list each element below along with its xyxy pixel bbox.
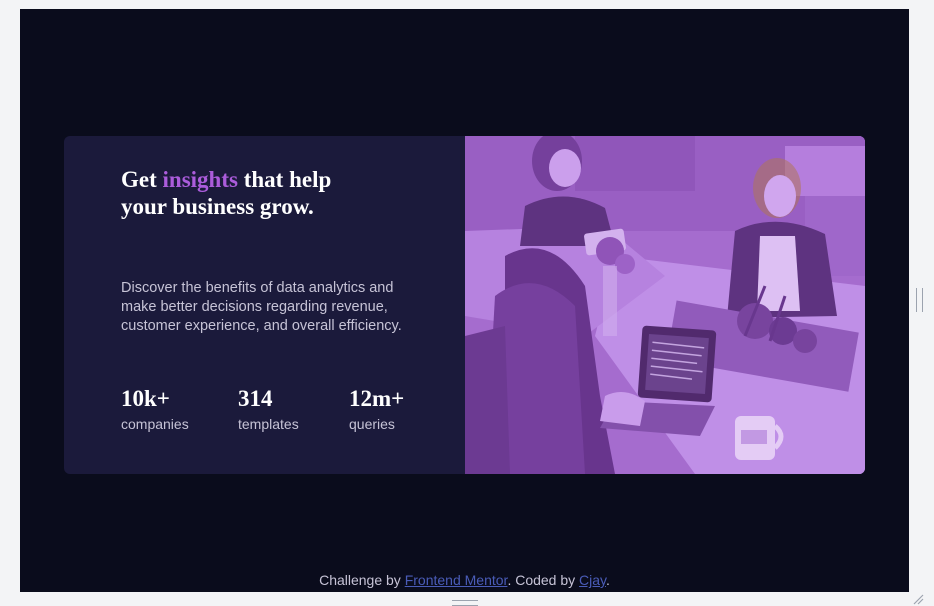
stat-label: templates [238, 416, 299, 432]
stat-companies: 10k+ companies [121, 386, 231, 433]
page-viewport: Get insights that help your business gro… [20, 9, 909, 592]
stat-label: queries [349, 416, 395, 432]
author-link[interactable]: Cjay [579, 572, 606, 588]
viewport-corner-resize-handle[interactable] [912, 593, 924, 605]
description: Discover the benefits of data analytics … [121, 280, 402, 334]
headline-accent: insights [162, 167, 238, 192]
stats-preview-card: Get insights that help your business gro… [64, 136, 865, 474]
stat-queries: 12m+ queries [349, 386, 459, 433]
viewport-height-resize-handle[interactable] [452, 600, 478, 606]
stat-value: 12m+ [349, 386, 405, 411]
card-content: Get insights that help your business gro… [64, 136, 465, 474]
attribution-prefix: Challenge by [319, 572, 405, 588]
attribution-middle: . Coded by [507, 572, 580, 588]
headline: Get insights that help your business gro… [121, 166, 351, 220]
frontend-mentor-link[interactable]: Frontend Mentor [405, 572, 508, 588]
attribution-suffix: . [606, 572, 610, 588]
hero-image [465, 136, 865, 474]
attribution-footer: Challenge by Frontend Mentor. Coded by C… [20, 572, 909, 588]
stat-value: 10k+ [121, 386, 170, 411]
stat-value: 314 [238, 386, 273, 411]
stat-label: companies [121, 416, 189, 432]
stat-templates: 314 templates [238, 386, 348, 433]
headline-start: Get [121, 167, 163, 192]
office-photo-illustration [465, 136, 865, 474]
viewport-width-resize-handle[interactable] [916, 288, 923, 312]
